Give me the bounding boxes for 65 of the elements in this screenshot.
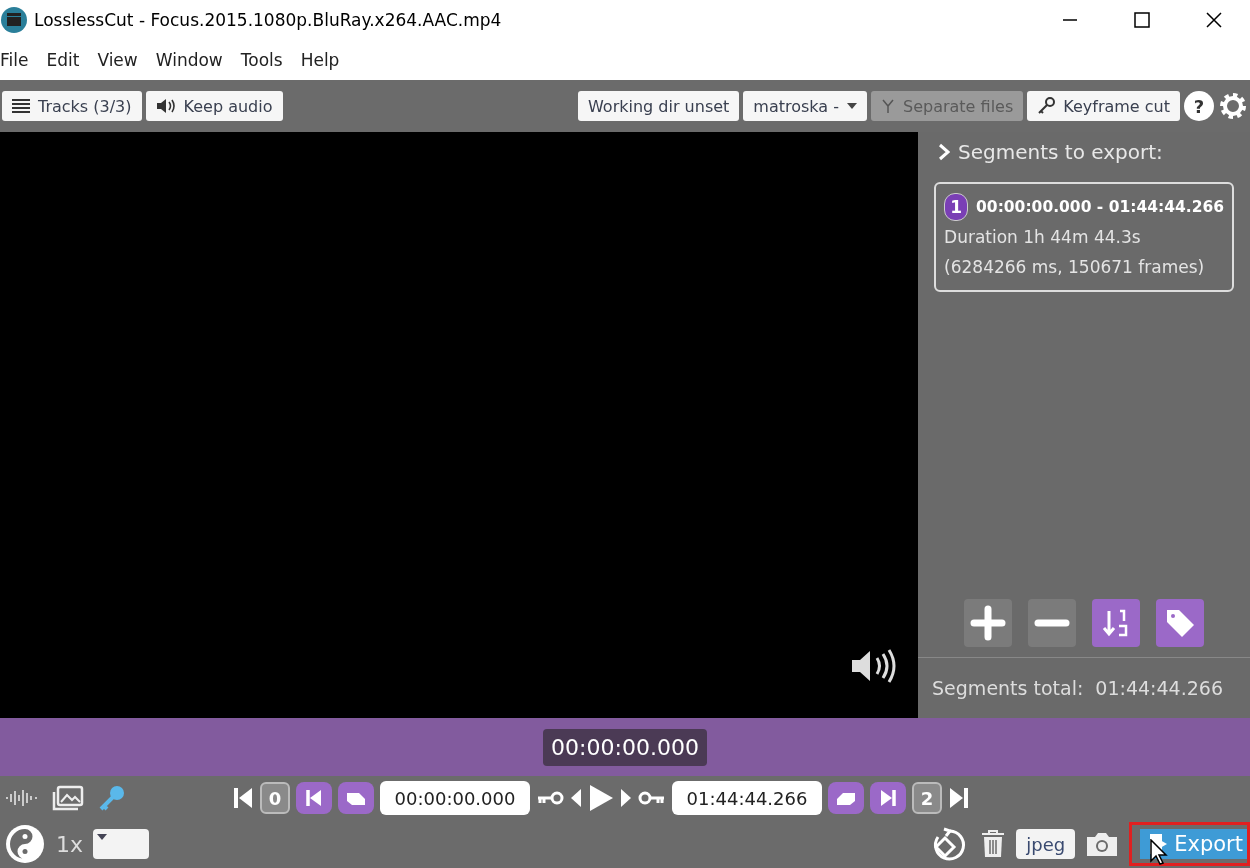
list-icon — [12, 98, 30, 114]
timeline[interactable]: 00:00:00.000 — [0, 718, 1250, 776]
segments-total-label: Segments total: — [932, 677, 1084, 699]
working-dir-button[interactable]: Working dir unset — [578, 91, 740, 121]
start-time-field[interactable]: 00:00:00.000 — [380, 781, 530, 815]
cursor-icon — [1150, 839, 1171, 865]
menu-item[interactable]: View — [97, 50, 138, 70]
menu-item[interactable]: File — [0, 50, 29, 70]
format-dropdown[interactable]: matroska - — [743, 91, 867, 121]
trash-icon[interactable] — [980, 830, 1007, 858]
tracks-button[interactable]: Tracks (3/3) — [2, 91, 142, 121]
speaker-icon — [155, 98, 176, 114]
caret-icon — [847, 102, 857, 110]
jump-end-icon[interactable] — [948, 786, 968, 810]
set-start-button[interactable] — [338, 782, 374, 814]
add-segment-button[interactable] — [964, 599, 1013, 647]
step-forward-icon[interactable] — [620, 787, 632, 809]
sort-button[interactable] — [1092, 599, 1141, 647]
camera-icon[interactable] — [1085, 830, 1120, 858]
segment-range: 00:00:00.000 - 01:44:44.266 — [976, 197, 1224, 218]
keyframe-forward-icon[interactable] — [638, 791, 666, 805]
end-time-field[interactable]: 01:44:44.266 — [672, 781, 822, 815]
settings-icon[interactable] — [1218, 91, 1248, 121]
close-icon[interactable] — [1205, 11, 1223, 29]
go-to-end-button[interactable] — [870, 782, 906, 814]
key-icon — [1037, 97, 1056, 115]
play-icon[interactable] — [588, 784, 614, 812]
capture-format-button[interactable]: jpeg — [1016, 829, 1076, 859]
chevron-right-icon[interactable] — [938, 143, 951, 161]
images-icon[interactable] — [52, 785, 84, 811]
keep-audio-button[interactable]: Keep audio — [145, 91, 283, 121]
segment-details: (6284266 ms, 150671 frames) — [944, 256, 1206, 279]
step-start-icon — [305, 788, 323, 808]
tag-icon — [1164, 607, 1197, 639]
menu-item[interactable]: Help — [300, 50, 340, 70]
step-end-icon — [879, 788, 897, 808]
keyframe-cut-button[interactable]: Keyframe cut — [1027, 91, 1180, 121]
jump-start-icon[interactable] — [234, 786, 254, 810]
step-back-icon[interactable] — [570, 787, 582, 809]
speed-label: 1x — [56, 831, 84, 857]
segments-heading: Segments to export: — [958, 140, 1163, 164]
app-logo-icon — [0, 6, 28, 34]
segments-total: 01:44:44.266 — [1095, 677, 1223, 699]
fork-icon — [881, 99, 895, 113]
tag-button[interactable] — [1156, 599, 1205, 647]
go-to-start-button[interactable] — [296, 782, 332, 814]
help-button[interactable]: ? — [1184, 91, 1214, 121]
menu-item[interactable]: Tools — [240, 50, 283, 70]
menu-item[interactable]: Window — [155, 50, 223, 70]
waveform-icon[interactable] — [4, 788, 38, 808]
caret-icon — [97, 833, 108, 841]
yin-yang-icon[interactable] — [4, 823, 46, 865]
set-end-button[interactable] — [828, 782, 864, 814]
current-time: 00:00:00.000 — [543, 728, 707, 766]
remove-segment-button[interactable] — [1028, 599, 1077, 647]
speed-dropdown[interactable] — [93, 829, 150, 859]
segment-duration: Duration 1h 44m 44.3s — [944, 226, 1142, 249]
window-title: LosslessCut - Focus.2015.1080p.BluRay.x264.AAC.mp4 — [34, 10, 503, 30]
segment-number: 1 — [944, 193, 969, 221]
keyframe-back-icon[interactable] — [536, 791, 564, 805]
segment-card[interactable]: 1 00:00:00.000 - 01:44:44.266 Duration 1h 44m 44.3s (6284266 ms, 150671 frames) — [934, 182, 1234, 292]
menu-item[interactable]: Edit — [46, 50, 80, 70]
minus-icon — [1034, 619, 1071, 627]
plus-icon — [970, 605, 1007, 641]
maximize-icon[interactable] — [1133, 11, 1151, 29]
